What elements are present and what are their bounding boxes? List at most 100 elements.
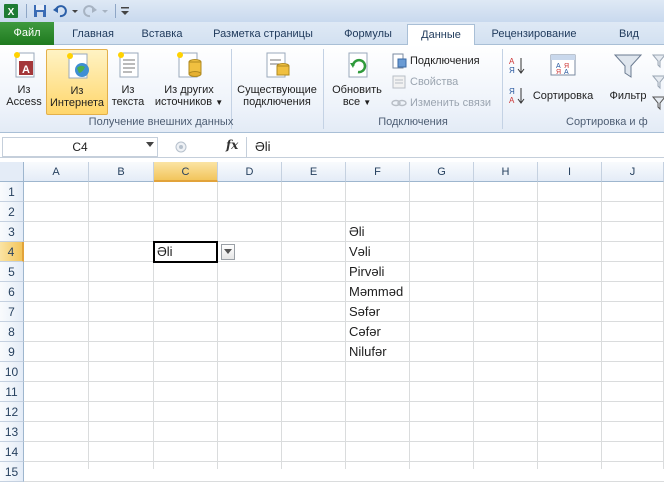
reapply-filter-button[interactable] <box>651 73 664 91</box>
properties-button[interactable]: Свойства <box>391 73 458 91</box>
redo-icon[interactable] <box>81 2 99 20</box>
row-header-2[interactable]: 2 <box>0 202 24 222</box>
row-header-7[interactable]: 7 <box>0 302 24 322</box>
from-web-button[interactable]: Из Интернета <box>46 49 108 115</box>
edit-links-button[interactable]: Изменить связи <box>391 94 491 112</box>
customize-qat-icon[interactable] <box>120 2 130 20</box>
excel-logo-icon[interactable]: X <box>2 2 20 20</box>
tab-data[interactable]: Данные <box>407 24 475 46</box>
redo-dropdown-icon[interactable] <box>101 2 109 20</box>
row-header-6[interactable]: 6 <box>0 282 24 302</box>
from-other-label-2: источников ▼ <box>154 96 224 108</box>
column-header-d[interactable]: D <box>218 162 282 182</box>
gridline-horizontal <box>24 201 664 202</box>
column-header-c[interactable]: C <box>154 162 218 182</box>
tab-home[interactable]: Главная <box>62 24 124 45</box>
advanced-filter-button[interactable] <box>651 94 664 112</box>
name-box[interactable]: C4 <box>2 137 158 157</box>
cell-dropdown-button[interactable] <box>221 244 235 260</box>
row-header-12[interactable]: 12 <box>0 402 24 422</box>
access-icon: A <box>14 52 35 78</box>
tab-file[interactable]: Файл <box>0 22 54 45</box>
row-header-11[interactable]: 11 <box>0 382 24 402</box>
gridline-horizontal <box>24 401 664 402</box>
from-access-button[interactable]: A Из Access <box>4 49 44 108</box>
tab-page-layout[interactable]: Разметка страницы <box>200 24 326 45</box>
row-header-15[interactable]: 15 <box>0 462 24 482</box>
row-header-9[interactable]: 9 <box>0 342 24 362</box>
gridline-horizontal <box>24 281 664 282</box>
gridline-vertical <box>537 182 538 469</box>
row-header-14[interactable]: 14 <box>0 442 24 462</box>
row-header-4[interactable]: 4 <box>0 242 24 262</box>
sort-dialog-icon: А ЯЯ А <box>550 54 576 76</box>
from-other-sources-button[interactable]: Из других источников ▼ <box>149 49 229 109</box>
row-header-3[interactable]: 3 <box>0 222 24 242</box>
gridline-horizontal <box>24 321 664 322</box>
connections-button[interactable]: Подключения <box>391 52 480 70</box>
column-header-i[interactable]: I <box>538 162 602 182</box>
tab-formulas[interactable]: Формулы <box>330 24 406 45</box>
sort-za-button[interactable]: ЯА <box>508 87 529 105</box>
tab-insert[interactable]: Вставка <box>130 24 194 45</box>
edit-links-label: Изменить связи <box>410 97 492 109</box>
refresh-label-2: все ▼ <box>342 96 372 108</box>
column-header-b[interactable]: B <box>89 162 154 182</box>
group-label-get-external-data: Получение внешних данных <box>88 116 234 128</box>
column-header-g[interactable]: G <box>410 162 474 182</box>
gridline-vertical <box>473 182 474 469</box>
row-header-5[interactable]: 5 <box>0 262 24 282</box>
cell-f5[interactable]: Pirvəli <box>346 262 410 282</box>
group-label-sort-filter: Сортировка и ф <box>566 116 648 128</box>
column-header-j[interactable]: J <box>602 162 664 182</box>
svg-text:Я: Я <box>509 87 515 96</box>
cell-f7[interactable]: Səfər <box>346 302 410 322</box>
from-text-button[interactable]: Из текста <box>109 49 147 108</box>
worksheet-grid[interactable]: A B C D E F G H I J 1 2 3 4 5 6 7 8 9 10 11 12 13 14 15 Əli Əli Vəl… <box>0 162 664 482</box>
column-header-f[interactable]: F <box>346 162 410 182</box>
row-header-1[interactable]: 1 <box>0 182 24 202</box>
undo-dropdown-icon[interactable] <box>71 2 79 20</box>
tab-review[interactable]: Рецензирование <box>478 24 590 45</box>
gridline-horizontal <box>24 381 664 382</box>
reapply-filter-icon <box>651 74 664 90</box>
column-header-e[interactable]: E <box>282 162 346 182</box>
refresh-all-button[interactable]: Обновить все ▼ <box>326 49 388 109</box>
sort-button[interactable]: АЯЯА Сортировка <box>528 49 598 102</box>
active-cell-border <box>153 241 218 263</box>
formula-input[interactable]: Əli <box>246 137 664 157</box>
sort-az-button[interactable]: АЯ <box>508 57 529 75</box>
connections-label: Подключения <box>410 55 480 67</box>
svg-text:X: X <box>8 7 15 18</box>
ribbon-data: A Из Access Из Интернета Из текста Из др… <box>0 45 664 133</box>
svg-text:А: А <box>564 69 569 76</box>
row-header-13[interactable]: 13 <box>0 422 24 442</box>
sort-descending-icon: ЯА <box>508 86 526 106</box>
text-file-icon <box>118 52 139 78</box>
group-separator <box>502 49 503 129</box>
from-access-label-2: Access <box>6 96 42 108</box>
properties-label: Свойства <box>410 76 459 88</box>
select-all-corner[interactable] <box>0 162 24 182</box>
cell-f6[interactable]: Məmməd <box>346 282 410 302</box>
gridline-horizontal <box>24 441 664 442</box>
gridline-vertical <box>601 182 602 469</box>
insert-function-button[interactable]: fx <box>226 138 238 152</box>
existing-connections-button[interactable]: Существующие подключения <box>234 49 320 108</box>
row-header-10[interactable]: 10 <box>0 362 24 382</box>
undo-icon[interactable] <box>51 2 69 20</box>
tab-view[interactable]: Вид <box>594 24 664 45</box>
cell-f4[interactable]: Vəli <box>346 242 410 262</box>
column-header-h[interactable]: H <box>474 162 538 182</box>
gridline-horizontal <box>24 461 664 462</box>
row-header-8[interactable]: 8 <box>0 322 24 342</box>
filter-button[interactable]: Фильтр <box>604 49 652 102</box>
clear-filter-button[interactable] <box>651 52 664 70</box>
gridline-horizontal <box>24 341 664 342</box>
name-box-dropdown-icon[interactable] <box>146 142 154 147</box>
cell-f3[interactable]: Əli <box>346 222 410 242</box>
cell-f9[interactable]: Nilufər <box>346 342 410 362</box>
save-icon[interactable] <box>31 2 49 20</box>
column-header-a[interactable]: A <box>24 162 89 182</box>
cell-f8[interactable]: Cəfər <box>346 322 410 342</box>
